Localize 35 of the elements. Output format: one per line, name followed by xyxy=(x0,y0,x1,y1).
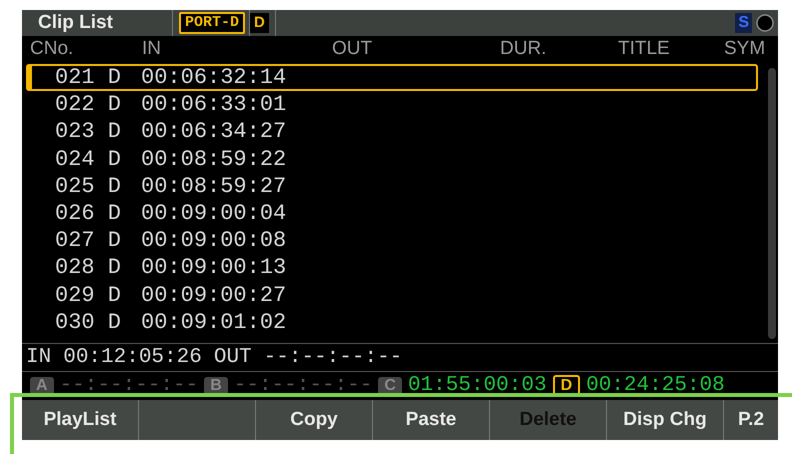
clip-row[interactable]: 030 D 00:09:01:02 xyxy=(26,308,758,336)
timecode: 00:24:25:08 xyxy=(586,373,725,400)
clip-row[interactable]: 026 D 00:09:00:04 xyxy=(26,200,758,228)
column-header: CNo. xyxy=(30,36,74,61)
column-header: SYM xyxy=(724,36,766,61)
out-timecode: --:--:--:-- xyxy=(264,344,402,371)
clip-row[interactable]: 029 D 00:09:00:27 xyxy=(26,282,758,309)
clip-row[interactable]: 027 D 00:09:00:08 xyxy=(26,227,758,254)
function-button[interactable]: Disp Chg xyxy=(607,400,724,440)
column-header: IN xyxy=(142,36,161,61)
in-timecode: 00:12:05:26 xyxy=(63,344,202,371)
clip-row[interactable]: 021 D 00:06:32:14 xyxy=(26,64,758,92)
in-label: IN xyxy=(26,344,52,371)
column-header: DUR. xyxy=(500,36,546,61)
column-header: TITLE xyxy=(618,36,670,61)
timecode: --:--:--:-- xyxy=(234,373,372,400)
column-header: OUT xyxy=(332,36,372,61)
function-button[interactable]: Copy xyxy=(256,400,373,440)
function-button[interactable]: Paste xyxy=(373,400,490,440)
drive-indicator: D xyxy=(250,13,269,33)
function-button[interactable]: PlayList xyxy=(22,400,139,440)
timecode: 01:55:00:03 xyxy=(408,373,547,400)
status-indicator: S xyxy=(735,13,752,33)
clip-row[interactable]: 025 D 00:08:59:27 xyxy=(26,172,758,200)
clip-row[interactable]: 024 D 00:08:59:22 xyxy=(26,146,758,173)
circle-icon xyxy=(756,14,774,32)
timecode: --:--:--:-- xyxy=(60,373,198,400)
port-indicator: PORT-D xyxy=(179,12,246,34)
function-button[interactable]: P.2 xyxy=(724,400,778,440)
clip-row[interactable]: 022 D 00:06:33:01 xyxy=(26,91,758,118)
window-title: Clip List xyxy=(37,10,114,35)
scrollbar[interactable] xyxy=(768,68,776,339)
clip-row[interactable]: 028 D 00:09:00:13 xyxy=(26,254,758,282)
clip-row[interactable]: 023 D 00:06:34:27 xyxy=(26,118,758,146)
out-label: OUT xyxy=(214,344,252,371)
